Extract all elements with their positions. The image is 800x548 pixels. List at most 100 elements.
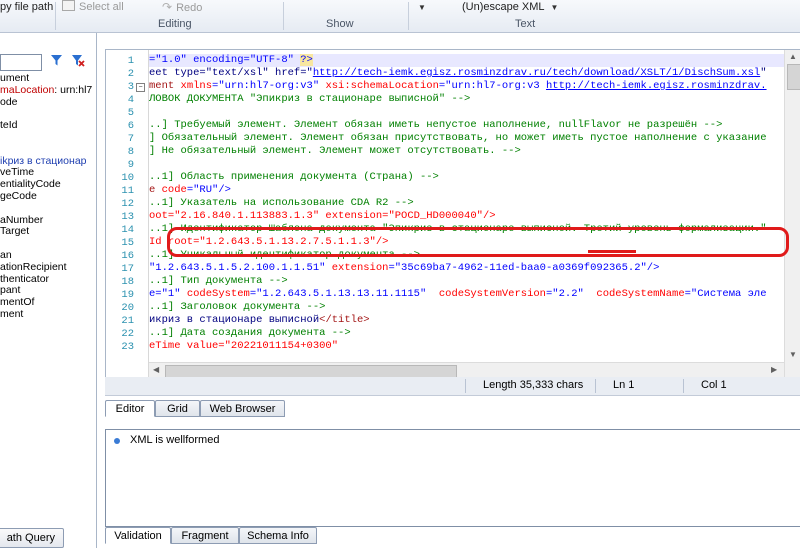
line-number: 3 — [127, 81, 134, 93]
copy-file-path-button[interactable]: py file path — [0, 0, 53, 15]
code-line[interactable]: ЛОВОК ДОКУМЕНТА "Эпикриз в стационаре вы… — [149, 93, 470, 106]
code-token: ] Не обязательный элемент. Элемент может… — [149, 145, 521, 157]
red-underline-annotation — [588, 250, 636, 253]
code-token: extension — [331, 262, 389, 274]
line-number: 5 — [127, 107, 134, 119]
fold-toggle-icon[interactable]: − — [136, 83, 145, 92]
code-token: ="Система эле — [684, 288, 767, 300]
code-token: ="RU" — [186, 184, 219, 196]
tab-grid[interactable]: Grid — [155, 400, 200, 417]
vertical-scroll-thumb[interactable] — [787, 64, 800, 90]
line-number: 23 — [121, 341, 134, 353]
tree-node[interactable]: Target — [0, 226, 96, 238]
code-area[interactable]: ="1.0" encoding="UTF-8" ?> eet type="text… — [149, 50, 784, 377]
code-line[interactable]: eet type="text/xsl" href="http://tech-ie… — [149, 67, 767, 80]
code-line[interactable]: ="1.0" encoding="UTF-8" ?> — [149, 54, 784, 67]
code-token: /> — [646, 262, 660, 274]
scroll-up-icon[interactable]: ▲ — [789, 52, 797, 61]
code-token: ?> — [300, 54, 313, 66]
editor-tab-strip: Editor Grid Web Browser — [105, 400, 800, 418]
code-token: " — [760, 67, 767, 79]
xml-editor[interactable]: 1 2 3 4 5 6 7 8 9 10 11 12 13 14 15 16 17 18 19 20 21 22 23− =… — [105, 49, 800, 378]
line-number: 2 — [127, 68, 134, 80]
code-token: "1.2.643.5.1.5.2.100.1.1.51" — [149, 262, 332, 274]
code-token: code — [161, 184, 187, 196]
line-number: 18 — [121, 276, 134, 288]
chevron-down-icon: ▼ — [418, 3, 426, 12]
scroll-right-icon[interactable]: ▶ — [771, 365, 777, 374]
code-token: eet type="text/xsl" href=" — [149, 67, 313, 79]
tree-node[interactable] — [0, 132, 96, 144]
line-number: 15 — [121, 237, 134, 249]
horizontal-scrollbar[interactable]: ◀ ▶ — [149, 362, 784, 377]
code-line[interactable]: ment xmlns="urn:hl7-org:v3" xsi:schemaLo… — [149, 80, 767, 93]
ribbon-dropdown[interactable]: ▼ — [412, 0, 426, 15]
tab-schema-info[interactable]: Schema Info — [239, 527, 317, 544]
redo-button[interactable]: ↷ Redo — [162, 0, 202, 15]
tree-node[interactable]: geCode — [0, 190, 96, 203]
redo-icon: ↷ — [162, 0, 173, 14]
tab-editor[interactable]: Editor — [105, 400, 155, 417]
scroll-down-icon[interactable]: ▼ — [789, 350, 797, 359]
code-token: ..] Требуемый элемент. Элемент обязан им… — [149, 119, 723, 131]
code-line[interactable]: ] Не обязательный элемент. Элемент может… — [149, 145, 521, 158]
document-tree-panel: ument maLocation: urn:hl7 ode teId ikpиз в с… — [0, 33, 97, 548]
code-token: e — [149, 184, 162, 196]
clear-filter-icon[interactable] — [70, 54, 86, 70]
tab-validation[interactable]: Validation — [105, 527, 171, 544]
line-number: 21 — [121, 315, 134, 327]
filter-icon[interactable] — [48, 54, 64, 70]
info-bullet-icon — [114, 438, 120, 444]
code-token: ="1.0" encoding="UTF-8" — [149, 54, 301, 66]
status-separator — [465, 379, 466, 393]
code-token: codeSystemName — [596, 288, 685, 300]
code-line[interactable]: eTime value="20221011154+0300" — [149, 340, 338, 353]
tree-node[interactable]: ment — [0, 308, 96, 321]
tree-node[interactable] — [0, 238, 96, 250]
vertical-scrollbar[interactable]: ▲ ▼ — [784, 50, 800, 377]
grid-icon — [62, 0, 75, 11]
line-number: 19 — [121, 289, 134, 301]
code-line[interactable]: ..1] Область применения документа (Стран… — [149, 171, 439, 184]
tab-web-browser[interactable]: Web Browser — [200, 400, 285, 417]
code-line[interactable]: oot="2.16.840.1.113883.1.3" extension="P… — [149, 210, 496, 223]
code-line[interactable]: ] Обязательный элемент. Элемент обязан п… — [149, 132, 767, 145]
code-line[interactable]: "1.2.643.5.1.5.2.100.1.1.51" extension="… — [149, 262, 659, 275]
xpath-query-tab[interactable]: ath Query — [0, 528, 64, 548]
tab-fragment[interactable]: Fragment — [171, 527, 239, 544]
line-number: 22 — [121, 328, 134, 340]
code-line[interactable]: ..1] Дата создания документа --> — [149, 327, 351, 340]
code-line[interactable]: e code="RU"/> — [149, 184, 231, 197]
code-line[interactable]: ..1] Заголовок документа --> — [149, 301, 325, 314]
tree-attr-name: maLocation — [0, 83, 55, 96]
cursor-column: Col 1 — [701, 379, 727, 391]
line-number: 4 — [127, 94, 134, 106]
code-token: http://tech-iemk.egisz.rosminzdrav. — [546, 80, 767, 92]
code-line[interactable]: икриз в стационаре выписной</title> — [149, 314, 370, 327]
tree-node[interactable] — [0, 144, 96, 156]
tree-node[interactable]: maLocation: urn:hl7 — [0, 83, 96, 97]
code-line[interactable]: ..1] Указатель на использование CDA R2 -… — [149, 197, 414, 210]
code-line[interactable]: e="1" codeSystem="1.2.643.5.1.13.13.11.1… — [149, 288, 767, 301]
tree-node[interactable] — [0, 203, 96, 215]
unescape-xml-button[interactable]: (Un)escape XML ▼ — [462, 0, 558, 15]
code-token: ment — [149, 80, 181, 92]
tree-filter-input[interactable] — [0, 54, 42, 71]
scroll-left-icon[interactable]: ◀ — [153, 365, 159, 374]
tree-node[interactable]: ationRecipient — [0, 261, 96, 274]
tree-node[interactable]: an — [0, 249, 96, 262]
document-tree[interactable]: ument maLocation: urn:hl7 ode teId ikpиз в с… — [0, 73, 96, 321]
select-all-button[interactable]: Select all — [62, 0, 124, 15]
code-token: ..1] Область применения документа (Стран… — [149, 171, 439, 183]
red-highlight-annotation — [167, 227, 789, 257]
code-token: xsi:schemaLocation — [325, 80, 439, 92]
tree-node[interactable]: ode — [0, 96, 96, 109]
tree-node[interactable]: teId — [0, 119, 96, 132]
code-line[interactable]: ..] Требуемый элемент. Элемент обязан им… — [149, 119, 722, 132]
group-label-show: Show — [326, 18, 354, 30]
code-token: ..1] Дата создания документа --> — [149, 327, 351, 339]
code-token: ="urn:hl7-org:v3 — [438, 80, 546, 92]
code-token: икриз в стационаре выписной — [149, 314, 320, 326]
tree-attr-value: : urn:hl7 — [54, 83, 93, 96]
code-line[interactable]: ..1] Тип документа --> — [149, 275, 288, 288]
